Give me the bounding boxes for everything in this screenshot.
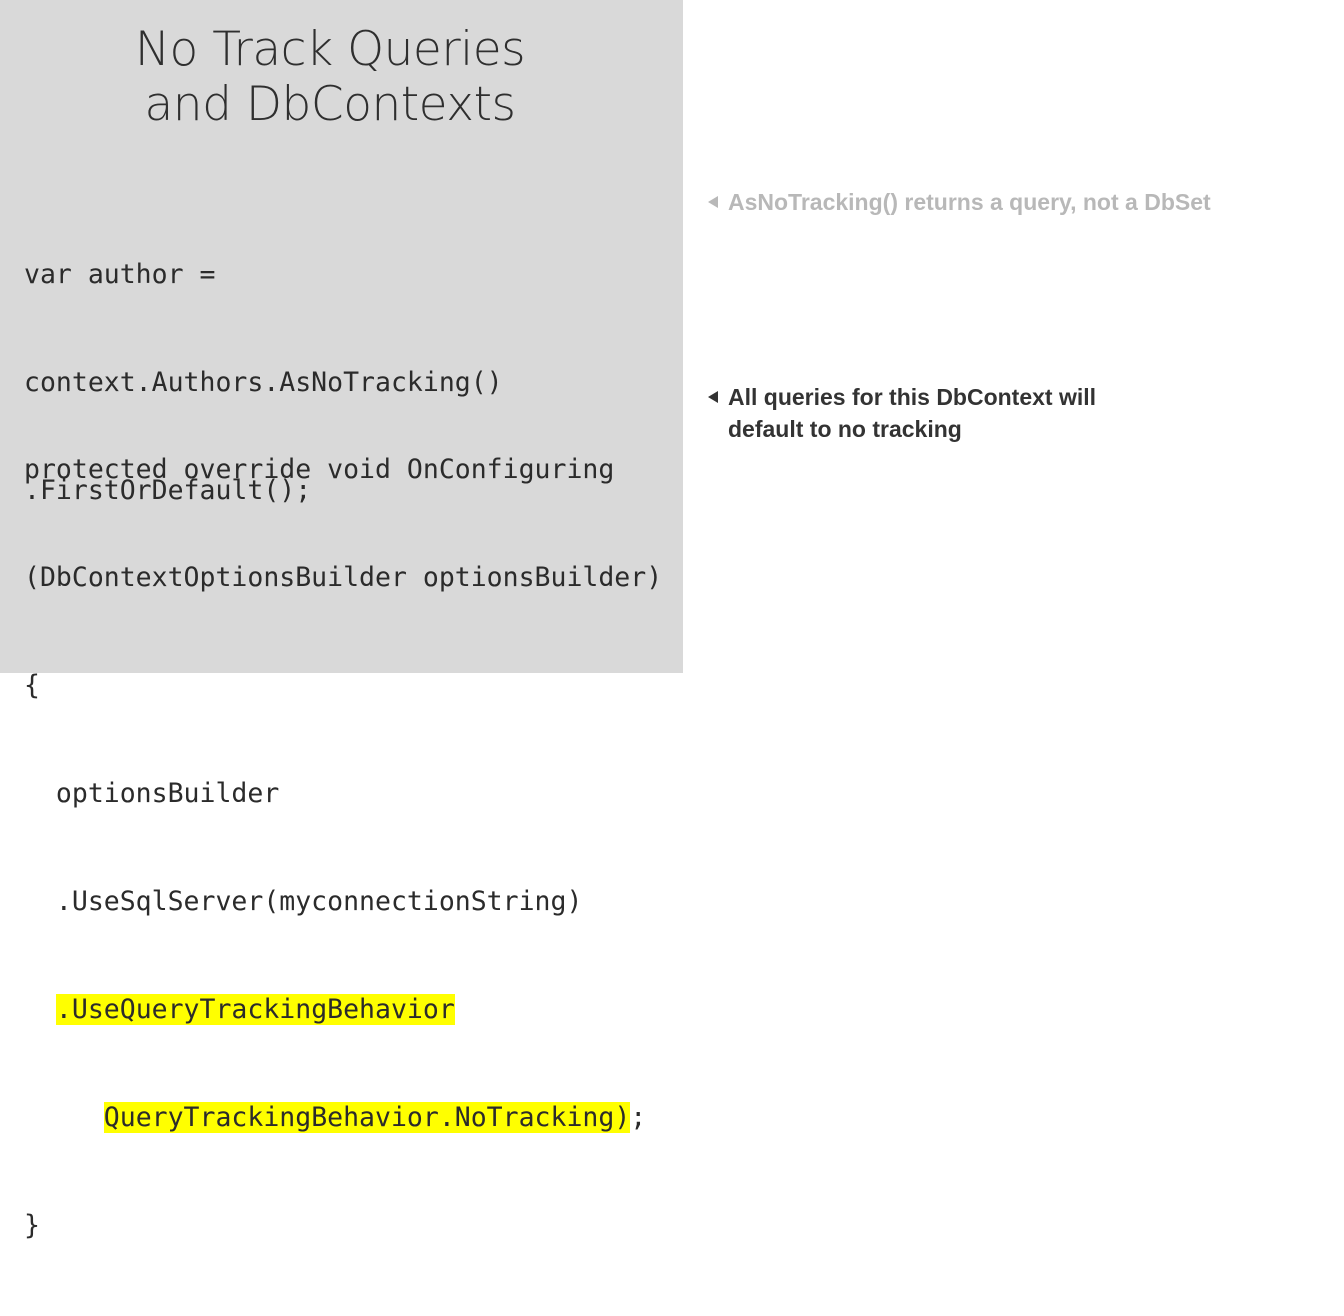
note-row: All queries for this DbContext will bbox=[708, 381, 1096, 413]
code-line: var author = bbox=[24, 259, 216, 290]
code-panel: No Track Queries and DbContexts var auth… bbox=[0, 0, 683, 1241]
note-text: All queries for this DbContext will bbox=[728, 384, 1097, 410]
note-row: AsNoTracking() returns a query, not a Db… bbox=[708, 186, 1211, 218]
code-line: protected override void OnConfiguring bbox=[24, 454, 615, 485]
note-text: AsNoTracking() returns a query, not a Db… bbox=[728, 189, 1211, 215]
highlighted-code: .UseQueryTrackingBehavior bbox=[55, 994, 455, 1025]
code-block-onconfiguring: protected override void OnConfiguring (D… bbox=[24, 380, 662, 1316]
left-triangle-arrow-icon bbox=[708, 196, 718, 208]
code-line: optionsBuilder bbox=[24, 778, 280, 809]
left-triangle-arrow-icon bbox=[708, 391, 718, 403]
slide-title: No Track Queries and DbContexts bbox=[0, 22, 660, 132]
title-line-1: No Track Queries bbox=[134, 22, 526, 77]
code-line: (DbContextOptionsBuilder optionsBuilder) bbox=[24, 562, 663, 593]
code-line: } bbox=[24, 1210, 40, 1241]
code-suffix: ; bbox=[630, 1102, 647, 1133]
code-line-highlighted: QueryTrackingBehavior.NoTracking); bbox=[24, 1100, 662, 1136]
code-line: { bbox=[24, 670, 40, 701]
highlighted-code: QueryTrackingBehavior.NoTracking) bbox=[103, 1102, 631, 1133]
note-text-continued: default to no tracking bbox=[728, 416, 962, 442]
code-line: .UseSqlServer(myconnectionString) bbox=[24, 886, 583, 917]
code-line-highlighted: .UseQueryTrackingBehavior bbox=[24, 992, 662, 1028]
note-default-no-tracking: All queries for this DbContext will defa… bbox=[708, 381, 1096, 445]
title-line-2: and DbContexts bbox=[144, 77, 517, 132]
note-asnotracking: AsNoTracking() returns a query, not a Db… bbox=[708, 186, 1211, 218]
